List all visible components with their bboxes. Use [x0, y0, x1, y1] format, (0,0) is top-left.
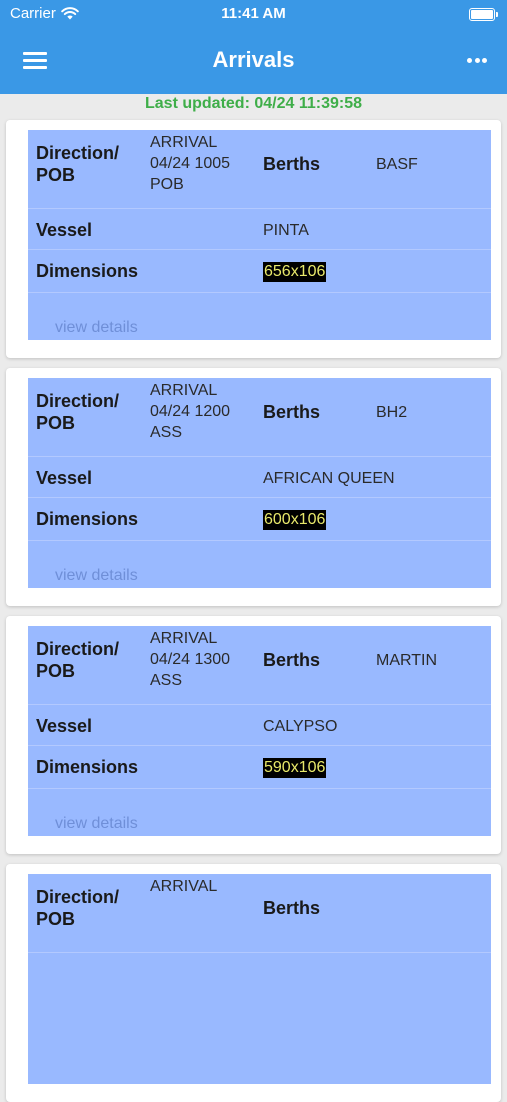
direction-label: Direction/ POB	[36, 887, 120, 929]
vessel-value: CALYPSO	[263, 718, 338, 735]
direction-row: Direction/ POB ARRIVAL 04/24 1200 ASS Be…	[28, 378, 491, 457]
arrival-card[interactable]: Direction/ POB ARRIVAL 04/24 1200 ASS Be…	[6, 368, 501, 606]
direction-type: ARRIVAL	[150, 630, 218, 647]
vessel-label: Vessel	[36, 220, 93, 240]
direction-value: ARRIVAL 04/24 1005 POB	[150, 132, 260, 195]
berths-label: Berths	[263, 650, 321, 670]
direction-value: ARRIVAL 04/24 1300 ASS	[150, 628, 260, 691]
dimensions-row: Dimensions 600x106	[28, 498, 491, 541]
clock: 11:41 AM	[221, 5, 286, 22]
arrival-card-body: Direction/ POB ARRIVAL 04/24 1300 ASS Be…	[28, 626, 491, 836]
direction-value: ARRIVAL 04/24 1200 ASS	[150, 380, 260, 443]
vessel-row: Vessel PINTA	[28, 209, 491, 250]
vessel-value: AFRICAN QUEEN	[263, 470, 395, 487]
view-details-link[interactable]: view details	[55, 319, 138, 337]
vessel-row: Vessel AFRICAN QUEEN	[28, 457, 491, 498]
direction-type: ARRIVAL	[150, 382, 218, 399]
berths-label: Berths	[263, 154, 321, 174]
direction-row: Direction/ POB ARRIVAL 04/24 1300 ASS Be…	[28, 626, 491, 705]
dimensions-value: 656x106	[263, 262, 327, 282]
direction-type: ARRIVAL	[150, 134, 218, 151]
direction-value: ARRIVAL	[150, 876, 260, 897]
berths-label: Berths	[263, 402, 321, 422]
dimensions-label: Dimensions	[36, 757, 139, 777]
vessel-row: Vessel CALYPSO	[28, 705, 491, 746]
status-bar: Carrier 11:41 AM	[0, 0, 507, 30]
arrival-card-body: Direction/ POB ARRIVAL 04/24 1200 ASS Be…	[28, 378, 491, 588]
battery-icon	[469, 8, 498, 21]
view-details-link[interactable]: view details	[55, 567, 138, 585]
top-bar: Carrier 11:41 AM Arrivals	[0, 0, 507, 94]
direction-row: Direction/ POB ARRIVAL Berths	[28, 874, 491, 953]
dimensions-label: Dimensions	[36, 261, 139, 281]
berths-value: MARTIN	[376, 652, 438, 669]
direction-type: ARRIVAL	[150, 878, 218, 895]
page-title: Arrivals	[212, 47, 295, 72]
berths-value: BH2	[376, 404, 408, 421]
direction-label: Direction/ POB	[36, 639, 120, 681]
direction-label: Direction/ POB	[36, 143, 120, 185]
nav-bar: Arrivals	[0, 38, 507, 82]
view-details-link[interactable]: view details	[55, 815, 138, 833]
arrival-card-body: Direction/ POB ARRIVAL Berths	[28, 874, 491, 1084]
arrival-card-body: Direction/ POB ARRIVAL 04/24 1005 POB Be…	[28, 130, 491, 340]
more-options-icon[interactable]	[467, 58, 487, 64]
dimensions-value: 590x106	[263, 758, 327, 778]
dimensions-row: Dimensions 656x106	[28, 250, 491, 293]
direction-datetime: 04/24 1200	[150, 403, 231, 420]
direction-row: Direction/ POB ARRIVAL 04/24 1005 POB Be…	[28, 130, 491, 209]
berths-label: Berths	[263, 898, 321, 918]
dimensions-value: 600x106	[263, 510, 327, 530]
direction-label: Direction/ POB	[36, 391, 120, 433]
arrival-card[interactable]: Direction/ POB ARRIVAL 04/24 1005 POB Be…	[6, 120, 501, 358]
direction-code: ASS	[150, 424, 183, 441]
berths-value: BASF	[376, 156, 418, 173]
dimensions-row: Dimensions 590x106	[28, 746, 491, 789]
vessel-label: Vessel	[36, 716, 93, 736]
direction-code: ASS	[150, 672, 183, 689]
arrival-card[interactable]: Direction/ POB ARRIVAL 04/24 1300 ASS Be…	[6, 616, 501, 854]
dimensions-label: Dimensions	[36, 509, 139, 529]
last-updated-text: Last updated: 04/24 11:39:58	[145, 95, 362, 112]
direction-code: POB	[150, 176, 184, 193]
direction-datetime: 04/24 1300	[150, 651, 231, 668]
direction-datetime: 04/24 1005	[150, 155, 231, 172]
vessel-value: PINTA	[263, 222, 309, 239]
vessel-label: Vessel	[36, 468, 93, 488]
